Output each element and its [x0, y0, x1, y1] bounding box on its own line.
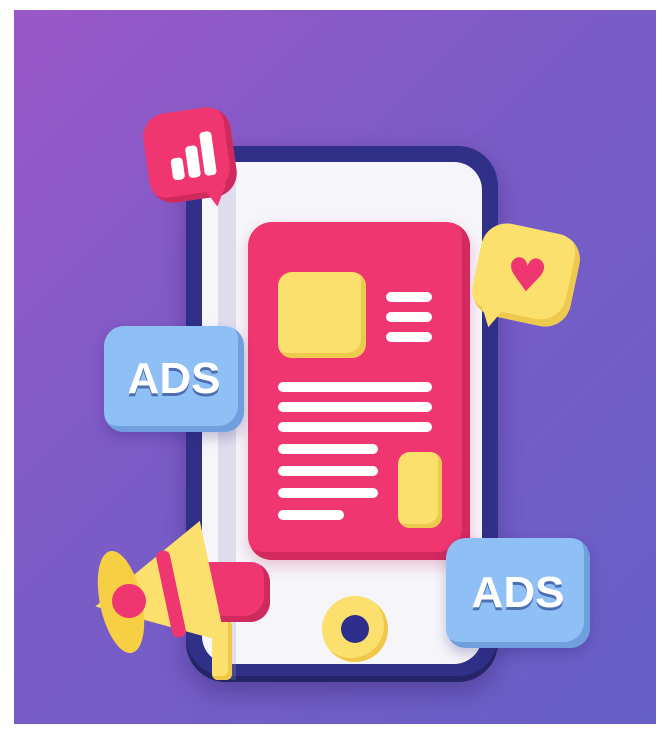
text-line [278, 444, 378, 454]
text-line [278, 382, 432, 392]
megaphone-icon [82, 510, 294, 690]
home-button [322, 596, 388, 662]
bar-chart-icon [140, 104, 240, 206]
text-line [386, 312, 432, 322]
chart-bar [170, 157, 186, 181]
megaphone-tip [112, 584, 146, 618]
heart-bubble: ♥ [467, 218, 585, 332]
text-line [386, 292, 432, 302]
text-line [278, 402, 432, 412]
image-placeholder-icon [278, 272, 366, 358]
text-line [278, 466, 378, 476]
ads-badge: ADS [446, 538, 590, 648]
heart-icon: ♥ [504, 246, 550, 304]
card-side-block [398, 452, 442, 528]
ads-badge: ADS [104, 326, 244, 432]
chart-bar [198, 130, 217, 177]
text-line [278, 488, 378, 498]
text-line [386, 332, 432, 342]
text-line [278, 422, 432, 432]
illustration: ♥ ADS ADS [14, 10, 656, 724]
chart-bar [184, 144, 202, 179]
